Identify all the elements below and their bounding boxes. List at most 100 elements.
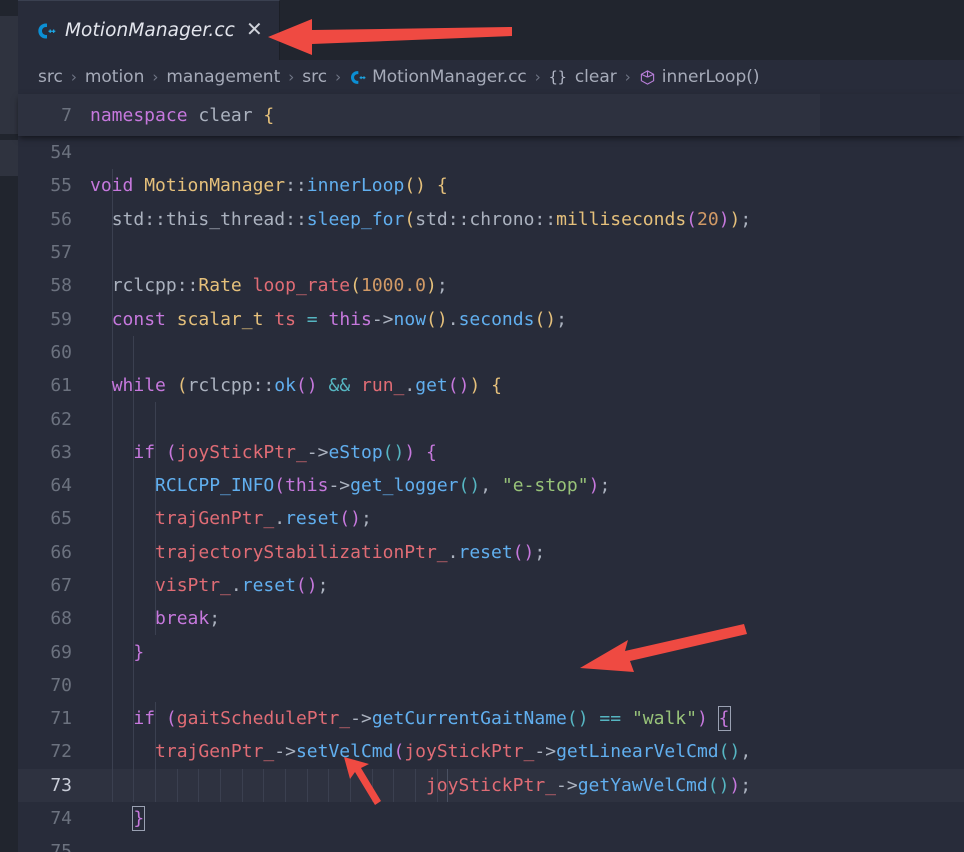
code-line[interactable]: 57 <box>18 236 964 269</box>
code-line[interactable]: 64 RCLCPP_INFO(this->get_logger(), "e-st… <box>18 469 964 502</box>
line-number: 72 <box>50 741 72 763</box>
code-token: std <box>415 208 448 230</box>
breadcrumb-item-management[interactable]: management <box>166 67 280 87</box>
code-token: ( <box>165 708 177 730</box>
code-line[interactable]: 70 <box>18 669 964 702</box>
code-token: ; <box>740 208 752 230</box>
code-token: , <box>740 741 752 763</box>
code-token: ) <box>729 208 741 230</box>
code-line[interactable]: 65 trajGenPtr_.reset(); <box>18 502 964 535</box>
code-line-text: trajectoryStabilizationPtr_.reset(); <box>90 542 545 563</box>
code-line[interactable]: 68 break; <box>18 602 964 635</box>
breadcrumb-separator-icon: › <box>534 68 541 86</box>
code-token: () <box>295 375 318 397</box>
code-line[interactable]: 71 if (gaitSchedulePtr_->getCurrentGaitN… <box>18 702 964 735</box>
code-line[interactable]: 75 <box>18 835 964 852</box>
line-number: 56 <box>50 208 72 230</box>
code-line[interactable]: 63 if (joyStickPtr_->eStop()) { <box>18 436 964 469</box>
code-token: clear <box>198 104 253 126</box>
code-line[interactable]: 72 trajGenPtr_->setVelCmd(joyStickPtr_->… <box>18 735 964 768</box>
code-line[interactable]: 54 <box>18 136 964 169</box>
code-token: if <box>133 441 156 463</box>
breadcrumb-label: motion <box>84 67 145 87</box>
code-token: } <box>133 641 145 663</box>
line-number: 69 <box>50 641 72 663</box>
code-line[interactable]: 69 } <box>18 635 964 668</box>
code-line[interactable]: 73 joyStickPtr_->getYawVelCmd()); <box>18 768 964 802</box>
breadcrumb-item-motion[interactable]: motion <box>85 67 145 87</box>
line-number: 71 <box>50 708 72 730</box>
breadcrumb-item-src-root[interactable]: src <box>38 67 63 87</box>
editor-tab-bar: MotionManager.cc ✕ <box>18 0 964 60</box>
breadcrumb-item-src[interactable]: src <box>302 67 327 87</box>
vscode-editor-window: MotionManager.cc ✕ src › motion › manage… <box>0 0 964 852</box>
code-editor-viewport[interactable]: 5455 void MotionManager::innerLoop() {56 … <box>18 136 964 852</box>
code-line-text: if (gaitSchedulePtr_->getCurrentGaitName… <box>90 706 731 732</box>
code-line[interactable]: 61 while (rclcpp::ok() && run_.get()) { <box>18 369 964 402</box>
code-line-text: break; <box>90 608 220 629</box>
breadcrumb-label: management <box>166 67 281 87</box>
code-line[interactable]: 58 rclcpp::Rate loop_rate(1000.0); <box>18 269 964 302</box>
code-line[interactable]: 55 void MotionManager::innerLoop() { <box>18 169 964 202</box>
code-token: rclcpp <box>187 375 253 397</box>
code-token: () <box>534 308 557 330</box>
code-token: :: <box>534 208 557 230</box>
breadcrumb-item-innerloop[interactable]: innerLoop() <box>639 67 760 87</box>
code-line[interactable]: 56 std::this_thread::sleep_for(std::chro… <box>18 203 964 236</box>
code-token: ; <box>436 275 448 297</box>
breadcrumb-item-motionmanager-cc[interactable]: MotionManager.cc <box>349 67 527 87</box>
code-token: . <box>274 508 286 530</box>
code-token: && <box>328 375 351 397</box>
code-line[interactable]: 60 <box>18 336 964 369</box>
activity-bar-edge <box>0 0 18 852</box>
code-line[interactable]: 62 <box>18 402 964 435</box>
close-icon[interactable]: ✕ <box>244 19 265 42</box>
line-number: 62 <box>50 408 72 430</box>
code-token: eStop <box>328 441 383 463</box>
code-line[interactable]: 66 trajectoryStabilizationPtr_.reset(); <box>18 536 964 569</box>
breadcrumb-separator-icon: › <box>288 68 295 86</box>
line-number: 61 <box>50 375 72 397</box>
code-token: ; <box>360 508 372 530</box>
code-token: () <box>566 708 589 730</box>
breadcrumb-item-clear[interactable]: {} clear <box>549 67 617 87</box>
code-token: trajGenPtr_ <box>155 508 275 530</box>
code-token: this <box>328 308 372 330</box>
code-line[interactable]: 67 visPtr_.reset(); <box>18 569 964 602</box>
code-token: "walk" <box>631 708 697 730</box>
code-token: -> <box>534 741 557 763</box>
code-line[interactable]: 74 } <box>18 802 964 835</box>
code-token: ; <box>534 541 546 563</box>
code-token: RCLCPP_INFO <box>155 475 275 497</box>
code-token: { <box>426 441 437 463</box>
code-token: :: <box>252 375 275 397</box>
line-number: 74 <box>50 808 72 830</box>
breadcrumb-label: innerLoop() <box>661 67 760 87</box>
code-token: ) <box>696 708 708 730</box>
tab-motionmanager-cc[interactable]: MotionManager.cc ✕ <box>18 0 280 60</box>
line-number: 54 <box>50 142 72 164</box>
code-token: () <box>458 475 481 497</box>
titlebar-notch <box>0 0 18 16</box>
code-line-text: trajGenPtr_.reset(); <box>90 508 372 529</box>
line-number: 64 <box>50 475 72 497</box>
code-token: :: <box>144 208 166 230</box>
code-line[interactable]: 59 const scalar_t ts = this->now().secon… <box>18 302 964 335</box>
code-token: ) <box>729 774 741 796</box>
code-token: -> <box>328 475 351 497</box>
